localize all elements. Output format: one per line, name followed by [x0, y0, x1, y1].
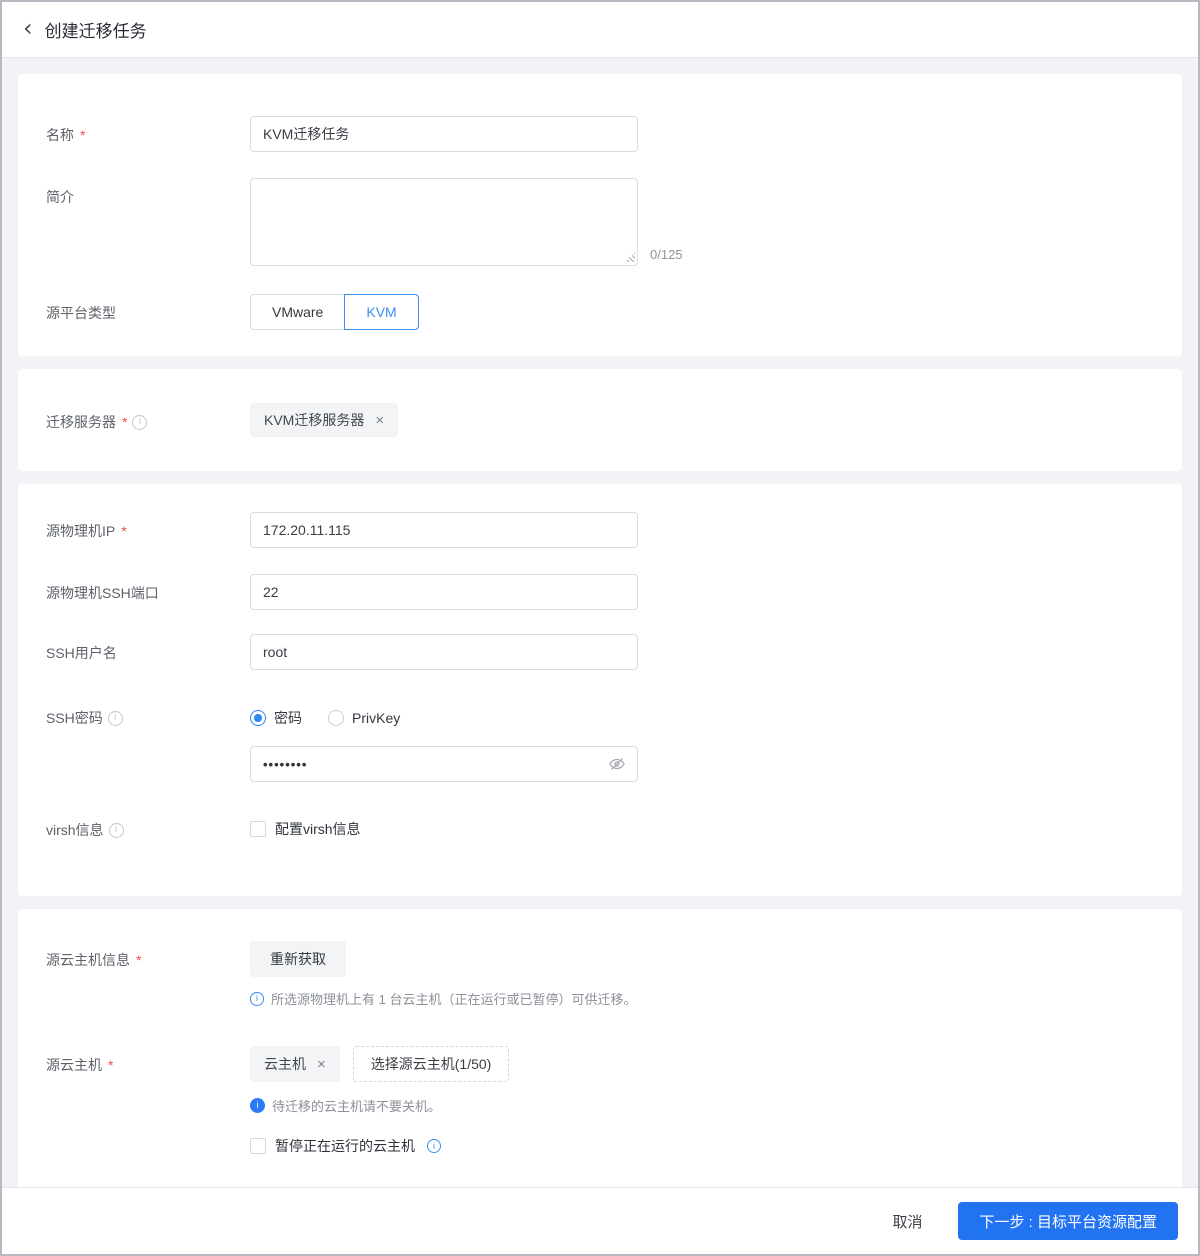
- vm-info-label: 源云主机信息 *: [46, 941, 250, 970]
- ssh-password-label-text: SSH密码: [46, 710, 103, 726]
- password-type-radios: 密码 PrivKey: [250, 708, 1154, 728]
- name-label-text: 名称: [46, 127, 74, 143]
- checkbox-unchecked-icon[interactable]: [250, 821, 266, 837]
- vm-info-hint: i 所选源物理机上有 1 台云主机（正在运行或已暂停）可供迁移。: [250, 989, 1154, 1008]
- tag-close-icon[interactable]: ×: [375, 413, 384, 428]
- eye-off-icon[interactable]: [608, 755, 626, 778]
- virsh-checkbox-label: 配置virsh信息: [275, 821, 361, 837]
- virsh-label: virsh信息 i: [46, 819, 250, 840]
- source-vm-label-text: 源云主机: [46, 1057, 102, 1073]
- source-host-card: 源物理机IP * 源物理机SSH端口 SSH用户名: [18, 484, 1182, 896]
- pause-checkbox-row[interactable]: 暂停正在运行的云主机 i: [250, 1136, 1154, 1156]
- migration-server-label-text: 迁移服务器: [46, 414, 116, 430]
- source-vm-label: 源云主机 *: [46, 1046, 250, 1075]
- ssh-port-input[interactable]: [250, 574, 638, 610]
- migration-server-card: 迁移服务器 * i KVM迁移服务器 ×: [18, 369, 1182, 471]
- vm-tag: 云主机 ×: [250, 1046, 340, 1082]
- description-label: 简介: [46, 178, 250, 207]
- checkbox-unchecked-icon[interactable]: [250, 1138, 266, 1154]
- ssh-password-label: SSH密码 i: [46, 700, 250, 728]
- source-ip-input[interactable]: [250, 512, 638, 548]
- task-name-input[interactable]: [250, 116, 638, 152]
- char-counter: 0/125: [650, 247, 683, 262]
- required-mark: *: [122, 414, 128, 430]
- platform-option-kvm[interactable]: KVM: [344, 294, 419, 330]
- ssh-password-row: SSH密码 i 密码 PrivKey: [46, 700, 1154, 782]
- back-icon[interactable]: ‹: [23, 16, 33, 43]
- source-ip-row: 源物理机IP *: [46, 512, 1154, 548]
- platform-label: 源平台类型: [46, 294, 250, 323]
- info-icon[interactable]: i: [132, 414, 148, 430]
- ssh-user-label-text: SSH用户名: [46, 645, 117, 661]
- info-icon[interactable]: i: [108, 822, 124, 838]
- source-vm-row: 源云主机 * 云主机 × 选择源云主机(1/50) i 待迁移的云主机请不要关机。: [46, 1046, 1154, 1156]
- cancel-button[interactable]: 取消: [886, 1210, 928, 1233]
- vm-tag-text: 云主机: [264, 1056, 306, 1072]
- info-icon: i: [250, 991, 264, 1006]
- source-ip-label-text: 源物理机IP: [46, 523, 116, 539]
- migration-server-row: 迁移服务器 * i KVM迁移服务器 ×: [46, 403, 1154, 437]
- radio-password[interactable]: 密码: [250, 708, 302, 728]
- info-icon[interactable]: i: [107, 710, 123, 726]
- required-mark: *: [80, 127, 86, 143]
- name-row: 名称 *: [46, 116, 1154, 152]
- vm-info-hint-text: 所选源物理机上有 1 台云主机（正在运行或已暂停）可供迁移。: [271, 992, 637, 1007]
- migration-server-tag-text: KVM迁移服务器: [264, 412, 365, 428]
- vm-hint: i 待迁移的云主机请不要关机。: [250, 1096, 1154, 1115]
- page-header: ‹ 创建迁移任务: [2, 2, 1198, 58]
- source-ip-label: 源物理机IP *: [46, 512, 250, 541]
- create-migration-task-page: ‹ 创建迁移任务 名称 * 简介: [0, 0, 1200, 1256]
- basic-info-card: 名称 * 简介 0/125: [18, 74, 1182, 356]
- pause-checkbox-label: 暂停正在运行的云主机: [275, 1138, 415, 1154]
- radio-password-label: 密码: [274, 710, 302, 726]
- migration-server-label: 迁移服务器 * i: [46, 403, 250, 432]
- info-icon: i: [250, 1098, 265, 1113]
- name-label: 名称 *: [46, 116, 250, 145]
- select-vm-button[interactable]: 选择源云主机(1/50): [352, 1046, 510, 1082]
- platform-row: 源平台类型 VMware KVM: [46, 294, 1154, 330]
- ssh-username-input[interactable]: [250, 634, 638, 670]
- description-textarea[interactable]: [250, 178, 638, 266]
- next-step-button[interactable]: 下一步 : 目标平台资源配置: [958, 1202, 1178, 1240]
- description-row: 简介 0/125: [46, 178, 1154, 266]
- platform-toggle-group: VMware KVM: [250, 294, 1154, 330]
- page-title: 创建迁移任务: [44, 22, 147, 41]
- description-label-text: 简介: [46, 189, 74, 205]
- virsh-label-text: virsh信息: [46, 822, 104, 838]
- platform-option-vmware[interactable]: VMware: [250, 294, 346, 330]
- form-body: 名称 * 简介 0/125: [2, 58, 1198, 1187]
- required-mark: *: [121, 523, 127, 539]
- required-mark: *: [136, 952, 142, 968]
- ssh-password-input[interactable]: [250, 746, 638, 782]
- ssh-port-label-text: 源物理机SSH端口: [46, 585, 159, 601]
- required-mark: *: [108, 1057, 114, 1073]
- refresh-button[interactable]: 重新获取: [250, 941, 346, 977]
- virsh-checkbox-row[interactable]: 配置virsh信息: [250, 819, 1154, 839]
- virsh-row: virsh信息 i 配置virsh信息: [46, 819, 1154, 840]
- action-bar: 取消 下一步 : 目标平台资源配置: [2, 1187, 1198, 1254]
- radio-selected-icon: [250, 710, 266, 726]
- platform-label-text: 源平台类型: [46, 305, 116, 321]
- vm-selection-row: 云主机 × 选择源云主机(1/50): [250, 1046, 1154, 1082]
- ssh-port-row: 源物理机SSH端口: [46, 574, 1154, 610]
- radio-privkey-label: PrivKey: [352, 710, 401, 726]
- info-icon[interactable]: i: [427, 1139, 441, 1153]
- radio-unselected-icon: [328, 710, 344, 726]
- migration-server-tag: KVM迁移服务器 ×: [250, 403, 399, 437]
- vm-hint-text: 待迁移的云主机请不要关机。: [272, 1099, 442, 1114]
- ssh-user-label: SSH用户名: [46, 634, 250, 663]
- ssh-port-label: 源物理机SSH端口: [46, 574, 250, 603]
- radio-privkey[interactable]: PrivKey: [328, 710, 400, 726]
- ssh-user-row: SSH用户名: [46, 634, 1154, 670]
- vm-info-row: 源云主机信息 * 重新获取 i 所选源物理机上有 1 台云主机（正在运行或已暂停）…: [46, 941, 1154, 1008]
- tag-close-icon[interactable]: ×: [317, 1057, 326, 1072]
- vm-info-label-text: 源云主机信息: [46, 952, 130, 968]
- source-vm-card: 源云主机信息 * 重新获取 i 所选源物理机上有 1 台云主机（正在运行或已暂停）…: [18, 909, 1182, 1187]
